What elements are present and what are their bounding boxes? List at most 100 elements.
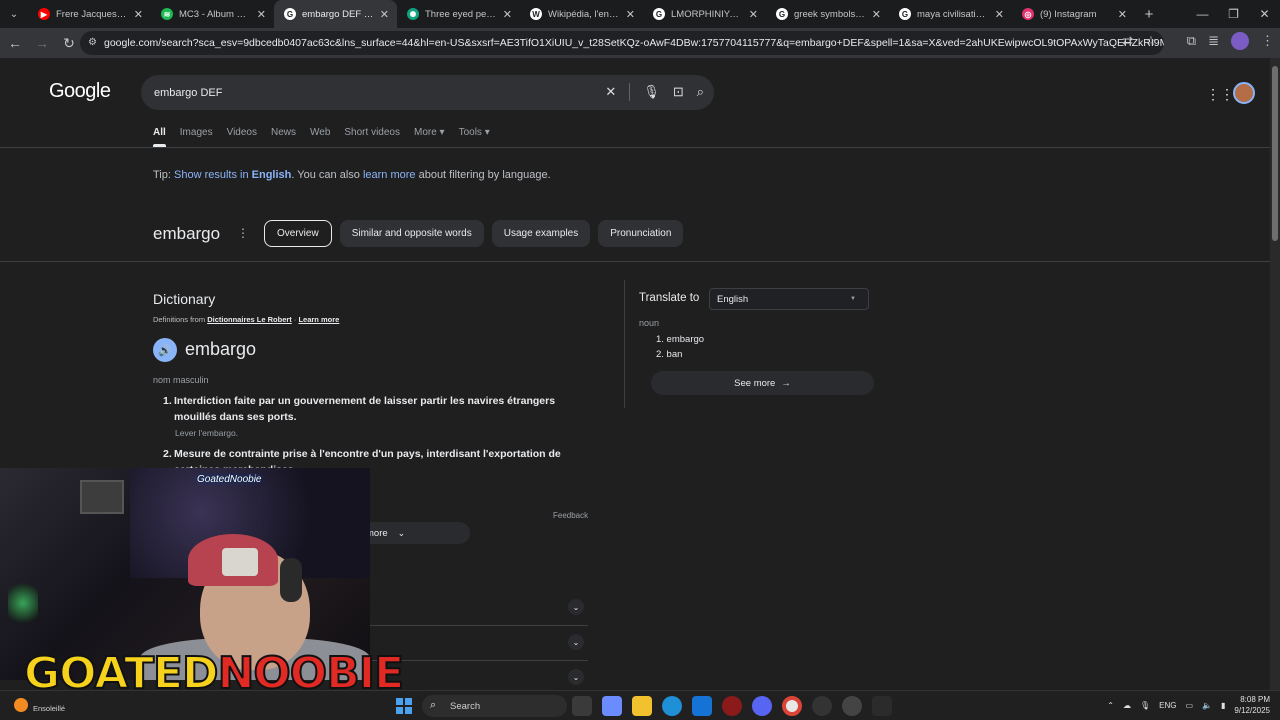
store-icon[interactable] xyxy=(692,696,712,716)
browser-tab[interactable]: ◎ (9) Instagram ✕ xyxy=(1012,0,1135,28)
tab-title: MC3 - Album by L'm xyxy=(179,8,251,20)
task-view-icon[interactable] xyxy=(572,696,592,716)
address-bar[interactable]: ⚙ google.com/search?sca_esv=9dbcedb0407a… xyxy=(80,31,1164,55)
maximize-button[interactable]: ❐ xyxy=(1218,0,1249,28)
edge-icon[interactable] xyxy=(662,696,682,716)
file-explorer-icon[interactable] xyxy=(632,696,652,716)
word-chip[interactable]: Similar and opposite words xyxy=(339,220,484,247)
browser-tab[interactable]: Ggreek symbols latex ✕ xyxy=(766,0,889,28)
chrome-icon[interactable] xyxy=(782,696,802,716)
browser-tab[interactable]: Gmaya civilisation lang ✕ xyxy=(889,0,1012,28)
scrollbar-thumb[interactable] xyxy=(1272,66,1278,241)
account-avatar[interactable] xyxy=(1233,82,1255,104)
tab-close-icon[interactable]: ✕ xyxy=(626,8,635,21)
google-logo[interactable]: Google xyxy=(49,80,111,103)
tab-close-icon[interactable]: ✕ xyxy=(872,8,881,21)
search-tab[interactable]: Videos xyxy=(227,127,257,138)
tab-close-icon[interactable]: ✕ xyxy=(749,8,758,21)
forward-button[interactable]: → xyxy=(30,31,54,55)
system-tray: ⌃ ☁ 🎙 ENG ▭ 🔈 ▮ 8:08 PM 9/12/2025 xyxy=(1107,694,1270,716)
volume-icon[interactable]: 🔈 xyxy=(1202,701,1212,710)
feedback-link[interactable]: Feedback xyxy=(553,511,588,520)
close-window-button[interactable]: ✕ xyxy=(1249,0,1280,28)
back-button[interactable]: ← xyxy=(3,31,27,55)
app-icon[interactable] xyxy=(722,696,742,716)
new-tab-button[interactable]: + xyxy=(1135,6,1163,23)
taskbar-search[interactable]: ⌕ Search xyxy=(422,695,567,717)
language-select[interactable]: English ▼ xyxy=(709,288,869,310)
word-chip[interactable]: Pronunciation xyxy=(598,220,684,247)
browser-tab[interactable]: ✺ Three eyed person te ✕ xyxy=(397,0,520,28)
search-tab[interactable]: All xyxy=(153,127,166,147)
search-tab[interactable]: More ▾ xyxy=(414,127,445,138)
search-tab[interactable]: Short videos xyxy=(344,127,400,138)
see-more-button[interactable]: See more → xyxy=(651,371,874,395)
browser-menu-icon[interactable]: ⋮ xyxy=(1261,33,1274,49)
browser-tab[interactable]: G LMORPHINIYA - Rech ✕ xyxy=(643,0,766,28)
search-box[interactable]: embargo DEF ✕ 🎙 ⊡ ⌕ xyxy=(141,75,714,110)
source-link[interactable]: Dictionnaires Le Robert xyxy=(207,315,292,324)
search-tab[interactable]: News xyxy=(271,127,296,138)
reload-button[interactable]: ↻ xyxy=(57,31,81,55)
onedrive-icon[interactable]: ☁ xyxy=(1123,701,1131,710)
tab-close-icon[interactable]: ✕ xyxy=(503,8,512,21)
language-indicator[interactable]: ENG xyxy=(1159,701,1176,710)
accordion-chevron-2[interactable]: ⌄ xyxy=(568,634,584,650)
clock[interactable]: 8:08 PM 9/12/2025 xyxy=(1234,694,1270,716)
site-info-icon[interactable]: ⚙ xyxy=(88,37,100,49)
extensions-icon[interactable]: ⧉ xyxy=(1187,33,1196,49)
tab-close-icon[interactable]: ✕ xyxy=(1118,8,1127,21)
search-tab[interactable]: Images xyxy=(180,127,213,138)
tab-close-icon[interactable]: ✕ xyxy=(995,8,1004,21)
accordion-chevron-1[interactable]: ⌄ xyxy=(568,599,584,615)
search-icon[interactable]: ⌕ xyxy=(697,84,704,101)
app-icon[interactable] xyxy=(842,696,862,716)
weather-text[interactable]: Ensoleillé xyxy=(33,704,65,713)
search-query[interactable]: embargo DEF xyxy=(154,87,222,99)
copilot-icon[interactable] xyxy=(602,696,622,716)
network-icon[interactable]: ▭ xyxy=(1185,701,1193,710)
browser-tab[interactable]: ≋ MC3 - Album by L'm ✕ xyxy=(151,0,274,28)
dict-learn-more-link[interactable]: Learn more xyxy=(298,315,339,324)
search-tab[interactable]: Tools ▾ xyxy=(459,127,490,138)
tab-close-icon[interactable]: ✕ xyxy=(380,8,389,21)
start-button[interactable] xyxy=(396,698,412,714)
more-definitions-button[interactable]: more ⌄ xyxy=(358,522,470,544)
clear-icon[interactable]: ✕ xyxy=(605,84,616,101)
tab-favicon-icon: G xyxy=(776,8,788,20)
tab-search-button[interactable]: ⌄ xyxy=(0,0,28,28)
show-english-link[interactable]: Show results in English xyxy=(174,169,291,181)
snipping-tool-icon[interactable] xyxy=(872,696,892,716)
browser-tab[interactable]: Gembargo DEF - Goog ✕ xyxy=(274,0,397,28)
microphone-icon[interactable]: 🎙 xyxy=(1140,701,1150,710)
tab-close-icon[interactable]: ✕ xyxy=(257,8,266,21)
tab-title: Three eyed person te xyxy=(425,8,497,20)
reading-list-icon[interactable]: ≣ xyxy=(1208,33,1219,49)
word-menu-icon[interactable]: ⋮ xyxy=(237,226,249,240)
microphone-icon[interactable]: 🎙 xyxy=(643,84,660,101)
lens-icon[interactable]: ⊡ xyxy=(673,84,684,101)
accordion-divider xyxy=(370,625,588,626)
word-chip[interactable]: Usage examples xyxy=(491,220,591,247)
search-tab[interactable]: Web xyxy=(310,127,330,138)
obs-icon[interactable] xyxy=(812,696,832,716)
webcam-light xyxy=(8,578,38,628)
profile-avatar[interactable] xyxy=(1231,32,1249,50)
battery-icon[interactable]: ▮ xyxy=(1221,701,1225,710)
tip-link-bold: English xyxy=(251,169,292,181)
tab-close-icon[interactable]: ✕ xyxy=(134,8,143,21)
weather-icon[interactable] xyxy=(14,698,28,712)
discord-icon[interactable] xyxy=(752,696,772,716)
word-chip[interactable]: Overview xyxy=(264,220,332,247)
page-scrollbar[interactable] xyxy=(1270,58,1280,690)
browser-tab[interactable]: ▶ Frere Jacques Dorme ✕ xyxy=(28,0,151,28)
translate-icon[interactable]: ⇄ xyxy=(1122,33,1133,49)
bookmark-star-icon[interactable]: ☆ xyxy=(1145,33,1157,49)
chevron-up-icon[interactable]: ⌃ xyxy=(1107,701,1114,710)
speaker-icon[interactable]: 🔊 xyxy=(153,338,177,362)
accordion-chevron-3[interactable]: ⌄ xyxy=(568,669,584,685)
learn-more-link[interactable]: learn more xyxy=(363,169,416,181)
browser-tab[interactable]: W Wikipédia, l'encyclop ✕ xyxy=(520,0,643,28)
def-text: Interdiction faite par un gouvernement d… xyxy=(174,395,556,423)
minimize-button[interactable]: — xyxy=(1187,0,1218,28)
